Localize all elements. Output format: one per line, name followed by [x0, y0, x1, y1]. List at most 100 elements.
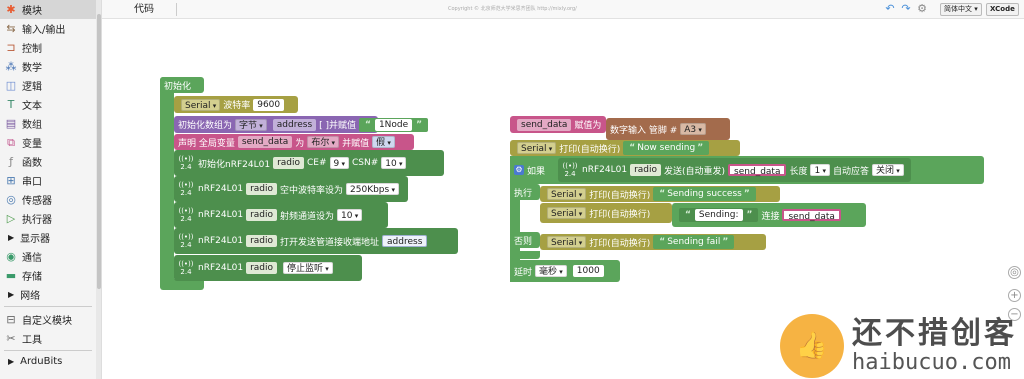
language-select[interactable]: 简体中文 ▾	[940, 3, 982, 16]
category-communication[interactable]: ◉ 通信	[0, 247, 96, 266]
category-function[interactable]: ƒ 函数	[0, 152, 96, 171]
delay-unit-dropdown[interactable]: 毫秒	[535, 265, 567, 277]
radio-field[interactable]: radio	[246, 262, 277, 274]
success-string[interactable]: “Sending success”	[653, 187, 756, 201]
sidebar-scrollbar-thumb[interactable]	[97, 14, 101, 289]
storage-icon: ▬	[5, 269, 17, 282]
category-tools[interactable]: ✂ 工具	[0, 329, 96, 348]
digital-read-block[interactable]: 数字输入 管脚 # A3	[606, 118, 730, 140]
category-serial[interactable]: ⊞ 串口	[0, 171, 96, 190]
radio-field[interactable]: radio	[246, 209, 277, 221]
category-network[interactable]: ▶ 网络	[0, 285, 96, 304]
gear-icon[interactable]: ⚙	[514, 165, 524, 175]
auto-ack-label: 自动应答	[832, 166, 869, 177]
stop-listen-dropdown[interactable]: 停止监听	[283, 262, 333, 274]
send-var-field[interactable]: send_data	[728, 164, 787, 177]
array-name-field[interactable]: address	[272, 118, 317, 131]
category-variable[interactable]: ⧉ 变量	[0, 133, 96, 152]
pin-dropdown[interactable]: A3	[680, 123, 706, 135]
category-ardubits[interactable]: ▶ ArduBits	[0, 352, 96, 371]
csn-dropdown[interactable]: 10	[381, 157, 407, 169]
radio-field[interactable]: radio	[246, 183, 277, 195]
category-label: 存储	[22, 272, 42, 283]
settings-icon[interactable]: ⚙	[916, 3, 928, 15]
category-label: 模块	[22, 6, 42, 17]
category-storage[interactable]: ▬ 存储	[0, 266, 96, 285]
serial-dropdown[interactable]: Serial	[547, 188, 587, 200]
var-value-dropdown[interactable]: 假	[372, 136, 395, 148]
setup-block-header[interactable]: 初始化	[160, 77, 204, 93]
nrf-stop-listening-block[interactable]: ((•)) 2.4 nRF24L01 radio 停止监听	[174, 255, 362, 281]
serial-dropdown[interactable]: Serial	[547, 207, 587, 219]
auto-ack-dropdown[interactable]: 关闭	[871, 164, 904, 176]
nrf-label: nRF24L01	[198, 210, 244, 220]
digital-read-label: 数字输入 管脚 #	[610, 125, 678, 136]
nrf-channel-block[interactable]: ((•)) 2.4 nRF24L01 radio 射频通道设为 10	[174, 202, 388, 228]
nrf-send-block[interactable]: ((•)) 2.4 nRF24L01 radio 发送(自动重发) send_da…	[558, 158, 911, 182]
category-display[interactable]: ▶ 显示器	[0, 228, 96, 247]
fail-string[interactable]: “Sending fail”	[653, 235, 735, 249]
delay-value-field[interactable]: 1000	[572, 265, 604, 277]
var-name-field[interactable]: send_data	[237, 136, 293, 148]
serial-dropdown[interactable]: Serial	[517, 142, 557, 154]
category-logic[interactable]: ◫ 逻辑	[0, 76, 96, 95]
concat-string-block[interactable]: “Sending:” 连接 send_data	[672, 203, 866, 227]
tools-icon: ✂	[6, 332, 16, 345]
print-label: 打印	[589, 238, 608, 249]
radio-field[interactable]: radio	[273, 157, 304, 169]
ce-dropdown[interactable]: 9	[329, 157, 349, 169]
code-tab[interactable]: 代码	[112, 0, 176, 19]
array-type-dropdown[interactable]: 字节	[235, 118, 267, 131]
category-array[interactable]: ▤ 数组	[0, 114, 96, 133]
sending-text-field[interactable]: Sending:	[694, 209, 743, 221]
print-sending-block[interactable]: Serial 打印 (自动换行)	[540, 203, 672, 223]
assign-var-field[interactable]: send_data	[517, 118, 572, 131]
communication-icon: ◉	[6, 250, 16, 263]
else-label: 否则	[514, 236, 533, 247]
nrf-init-block[interactable]: ((•))2.4 初始化nRF24L01 radio CE# 9 CSN# 10	[174, 150, 444, 176]
puzzle-icon: ✱	[6, 3, 16, 16]
delay-block[interactable]: 延时 毫秒 1000	[510, 260, 620, 282]
channel-dropdown[interactable]: 10	[337, 209, 363, 221]
array-value-string[interactable]: “1Node”	[359, 117, 429, 132]
init-array-block[interactable]: 初始化数组为 字节 address [ ]并赋值 “1Node”	[174, 116, 429, 133]
xcode-button[interactable]: XCode	[986, 3, 1019, 16]
serial-print-block[interactable]: Serial 打印 (自动换行) “Now sending”	[510, 140, 740, 156]
category-control[interactable]: ⊐ 控制	[0, 38, 96, 57]
sidebar-divider	[4, 306, 92, 307]
declare-variable-block[interactable]: 声明 全局变量 send_data 为 布尔 并赋值 假	[174, 134, 414, 150]
sending-string[interactable]: “Sending:”	[679, 208, 759, 222]
delay-label: 延时	[514, 267, 533, 278]
baud-value-field[interactable]: 9600	[253, 98, 285, 111]
recenter-icon[interactable]: ◎	[1008, 266, 1021, 279]
nrf-open-pipe-block[interactable]: ((•)) 2.4 nRF24L01 radio 打开发送管道 接收端地址 add…	[174, 228, 458, 254]
category-io[interactable]: ⇆ 输入/输出	[0, 19, 96, 38]
serial-dropdown[interactable]: Serial	[547, 236, 587, 248]
if-block-header[interactable]: ⚙ 如果 ((•)) 2.4 nRF24L01 radio 发送(自动重发) se…	[510, 156, 984, 184]
now-sending-string[interactable]: “Now sending”	[623, 141, 710, 155]
print-success-block[interactable]: Serial 打印 (自动换行) “Sending success”	[540, 186, 780, 202]
array-value-field[interactable]: 1Node	[374, 118, 413, 131]
air-rate-dropdown[interactable]: 250Kbps	[346, 183, 399, 195]
length-dropdown[interactable]: 1	[810, 164, 830, 176]
var-type-dropdown[interactable]: 布尔	[307, 136, 340, 148]
radio-field[interactable]: radio	[630, 164, 662, 176]
category-sensor[interactable]: ◎ 传感器	[0, 190, 96, 209]
category-text[interactable]: T 文本	[0, 95, 96, 114]
category-actuator[interactable]: ▷ 执行器	[0, 209, 96, 228]
else-label-block: 否则	[510, 232, 540, 248]
category-modules[interactable]: ✱ 模块	[0, 0, 96, 19]
redo-icon[interactable]: ↷	[900, 3, 912, 15]
serial-begin-block[interactable]: Serial 波特率 9600	[174, 96, 298, 113]
assign-variable-block[interactable]: send_data 赋值为	[510, 116, 606, 133]
undo-icon[interactable]: ↶	[884, 3, 896, 15]
nrf-air-rate-block[interactable]: ((•)) 2.4 nRF24L01 radio 空中波特率设为 250Kbps	[174, 176, 408, 202]
recv-addr-field[interactable]: address	[382, 235, 428, 247]
zoom-in-icon[interactable]: +	[1008, 289, 1021, 302]
serial-dropdown[interactable]: Serial	[181, 98, 221, 111]
category-math[interactable]: ⁂ 数学	[0, 57, 96, 76]
category-custom-module[interactable]: ⊟ 自定义模块	[0, 310, 96, 329]
concat-var-field[interactable]: send_data	[782, 209, 841, 222]
print-fail-block[interactable]: Serial 打印 (自动换行) “Sending fail”	[540, 234, 766, 250]
radio-field[interactable]: radio	[246, 235, 277, 247]
